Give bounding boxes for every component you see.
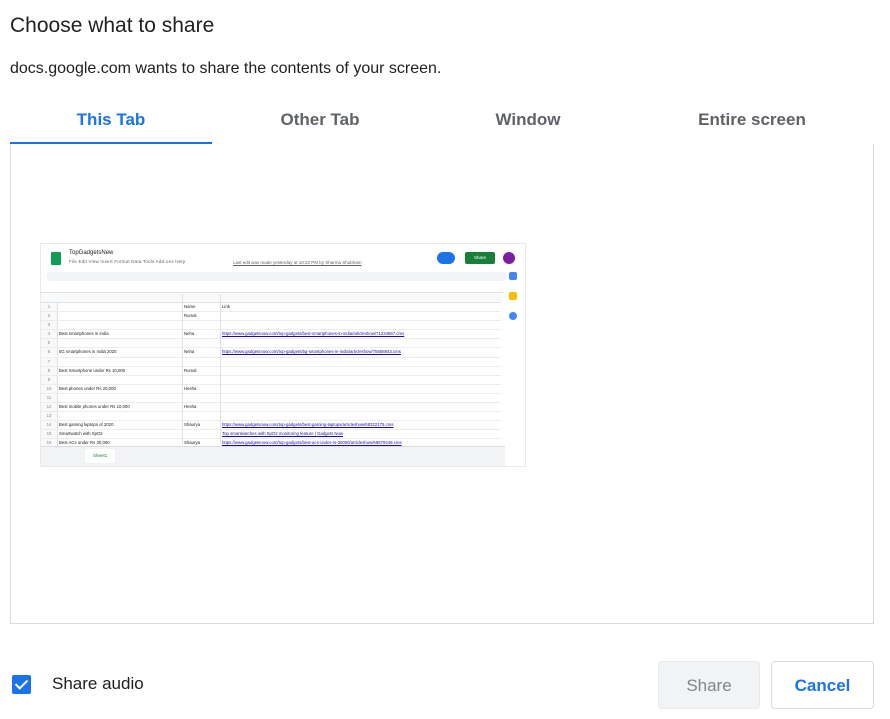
preview-menu-bar: File Edit View Insert Format Data Tools …	[69, 259, 186, 264]
table-row: 7	[41, 357, 501, 367]
sheets-logo-icon	[51, 252, 61, 265]
preview-last-edit: Last edit was made yesterday at 10:22 PM…	[233, 260, 362, 265]
share-audio-option[interactable]: Share audio	[12, 674, 144, 694]
cancel-button[interactable]: Cancel	[771, 661, 874, 709]
preview-sheet-tabs-bar: Sheet1	[41, 446, 505, 466]
preview-side-panel	[507, 272, 521, 452]
table-row: 6 5G smartphones in India 2020 Neha https:/…	[41, 348, 501, 358]
preview-toolbar	[47, 272, 507, 281]
tab-preview-thumbnail[interactable]: TopGadgetsNew File Edit View Insert Form…	[41, 244, 525, 466]
table-row: 15 Smartwatch with SpO2 Top smartwatches w…	[41, 430, 501, 440]
preview-column-header	[41, 294, 501, 303]
table-row: 2 Rumal	[41, 312, 501, 322]
column-divider	[220, 294, 221, 444]
table-row: 12 Best mobile phones under Rs 10,000 Hesh…	[41, 403, 501, 413]
share-button[interactable]: Share	[658, 661, 760, 709]
table-row: 9	[41, 375, 501, 385]
column-divider	[182, 294, 183, 444]
table-row: 11	[41, 393, 501, 404]
dialog-title: Choose what to share	[10, 14, 215, 37]
keep-icon	[509, 292, 517, 300]
table-row: 3	[41, 321, 501, 331]
table-row: 5	[41, 339, 501, 349]
share-tabs: This Tab Other Tab Window Entire screen	[10, 100, 874, 145]
tab-window[interactable]: Window	[428, 100, 628, 144]
tab-this-tab[interactable]: This Tab	[10, 100, 212, 145]
meet-icon	[437, 252, 455, 264]
preview-share-button: Share	[465, 252, 495, 264]
share-audio-label: Share audio	[52, 674, 144, 693]
share-audio-checkbox[interactable]	[12, 674, 31, 694]
preview-doc-title: TopGadgetsNew	[69, 250, 114, 256]
preview-formula-bar	[41, 284, 503, 293]
tab-other-tab[interactable]: Other Tab	[218, 100, 422, 144]
dialog-subtitle: docs.google.com wants to share the conte…	[10, 60, 442, 77]
table-row: 8 Best Smartphone under Rs 10,000 Rumal	[41, 366, 501, 376]
avatar	[503, 252, 515, 264]
table-row: 14 Best gaming laptops of 2020 Shaurya http…	[41, 421, 501, 431]
tab-entire-screen[interactable]: Entire screen	[638, 100, 866, 144]
table-row: 13	[41, 412, 501, 422]
tab-preview-panel: TopGadgetsNew File Edit View Insert Form…	[10, 144, 874, 624]
table-row: 4 Best smartphones in India Neha https://ww…	[41, 330, 501, 340]
table-row: 1 Name Link	[41, 303, 501, 313]
calendar-icon	[509, 272, 517, 280]
preview-grid: 1 Name Link 2 Rumal 3 4 Best smartphones in …	[41, 294, 501, 458]
table-row: 10 Best phones under Rs 20,000 Hesha	[41, 384, 501, 394]
preview-sheet-tab: Sheet1	[85, 449, 116, 463]
tasks-icon	[509, 312, 517, 320]
